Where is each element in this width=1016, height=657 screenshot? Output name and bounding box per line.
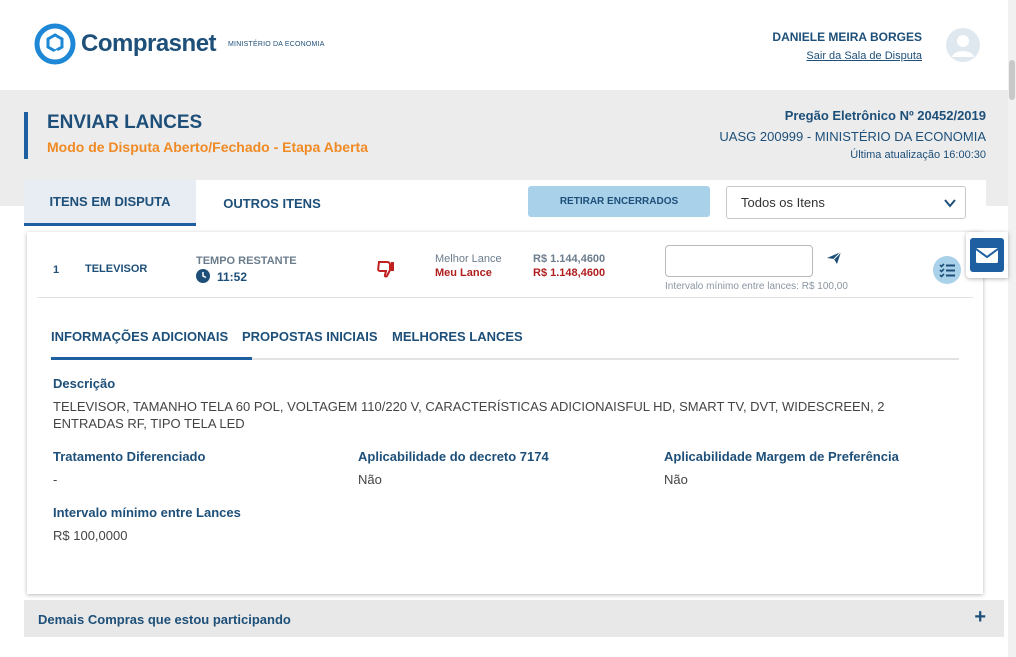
clock-icon [196, 269, 210, 283]
time-remaining-value: 11:52 [217, 270, 248, 284]
mail-button[interactable] [966, 232, 1008, 278]
tratamento-label: Tratamento Diferenciado [53, 449, 206, 464]
send-icon[interactable] [826, 250, 842, 266]
mail-icon [975, 248, 999, 263]
scrollbar-thumb[interactable] [1009, 60, 1015, 100]
logout-link[interactable]: Sair da Sala de Disputa [806, 50, 922, 62]
decreto-value: Não [358, 472, 382, 487]
user-name: DANIELE MEIRA BORGES [772, 30, 922, 44]
detail-subtabs: INFORMAÇÕES ADICIONAIS PROPOSTAS INICIAI… [51, 318, 959, 360]
last-update: Última atualização 16:00:30 [850, 149, 986, 161]
decreto-label: Aplicabilidade do decreto 7174 [358, 449, 549, 464]
intervalo-value: R$ 100,0000 [53, 528, 128, 543]
subtab-propostas-iniciais[interactable]: PROPOSTAS INICIAIS [242, 329, 378, 344]
retirar-encerrados-button[interactable]: RETIRAR ENCERRADOS [528, 186, 710, 217]
logo-text: Comprasnet [81, 30, 217, 57]
time-remaining-label: TEMPO RESTANTE [196, 255, 297, 267]
my-bid-label: Meu Lance [435, 267, 492, 279]
items-filter-select[interactable]: Todos os Itens [726, 186, 966, 219]
intervalo-label: Intervalo mínimo entre Lances [53, 505, 241, 520]
filter-selected-value: Todos os Itens [741, 195, 825, 210]
checklist-icon [939, 263, 955, 278]
tabs-bar: ITENS EM DISPUTA OUTROS ITENS RETIRAR EN… [24, 180, 986, 228]
user-block: DANIELE MEIRA BORGES Sair da Sala de Dis… [772, 30, 922, 64]
user-avatar-icon[interactable] [946, 28, 980, 62]
uasg-info: UASG 200999 - MINISTÉRIO DA ECONOMIA [719, 129, 986, 144]
page-title: ENVIAR LANCES [47, 112, 203, 133]
other-purchases-label: Demais Compras que estou participando [38, 612, 291, 627]
item-number: 1 [53, 264, 60, 276]
best-bid-label: Melhor Lance [435, 253, 502, 265]
logo-icon [34, 23, 76, 65]
chevron-down-icon [944, 199, 956, 208]
page-scrollbar[interactable] [1008, 0, 1016, 657]
margem-value: Não [664, 472, 688, 487]
pregao-number: Pregão Eletrônico Nº 20452/2019 [784, 108, 986, 123]
other-purchases-bar[interactable]: Demais Compras que estou participando + [24, 600, 1004, 637]
best-bid-value: R$ 1.144,4600 [533, 253, 606, 265]
thumbs-down-icon [377, 261, 394, 278]
descricao-label: Descrição [53, 376, 116, 391]
checklist-button[interactable] [933, 256, 961, 284]
my-bid-value: R$ 1.148,4600 [533, 267, 606, 279]
min-interval-hint: Intervalo mínimo entre lances: R$ 100,00 [665, 281, 848, 292]
tab-itens-em-disputa[interactable]: ITENS EM DISPUTA [24, 180, 196, 226]
pregao-info: Pregão Eletrônico Nº 20452/2019 UASG 200… [719, 108, 986, 161]
tab-outros-itens[interactable]: OUTROS ITENS [222, 182, 322, 228]
margem-label: Aplicabilidade Margem de Preferência [664, 449, 899, 464]
item-name: TELEVISOR [85, 263, 148, 275]
descricao-value: TELEVISOR, TAMANHO TELA 60 POL, VOLTAGEM… [53, 399, 885, 431]
subtab-melhores-lances[interactable]: MELHORES LANCES [392, 329, 523, 344]
item-card: 1 TELEVISOR TEMPO RESTANTE 11:52 Melhor … [27, 232, 983, 594]
top-header: Comprasnet MINISTÉRIO DA ECONOMIA DANIEL… [0, 0, 1008, 90]
page-title-block: ENVIAR LANCES Modo de Disputa Aberto/Fec… [24, 112, 368, 159]
logo-subtitle: MINISTÉRIO DA ECONOMIA [228, 40, 325, 48]
bid-input[interactable] [665, 245, 813, 277]
subtab-informacoes-adicionais[interactable]: INFORMAÇÕES ADICIONAIS [51, 329, 253, 360]
logo[interactable]: Comprasnet MINISTÉRIO DA ECONOMIA [33, 22, 325, 66]
tratamento-value: - [53, 472, 58, 487]
plus-icon[interactable]: + [974, 606, 986, 629]
page-subtitle: Modo de Disputa Aberto/Fechado - Etapa A… [47, 139, 368, 155]
item-row: 1 TELEVISOR TEMPO RESTANTE 11:52 Melhor … [37, 232, 973, 298]
mail-button-inner [970, 238, 1004, 272]
